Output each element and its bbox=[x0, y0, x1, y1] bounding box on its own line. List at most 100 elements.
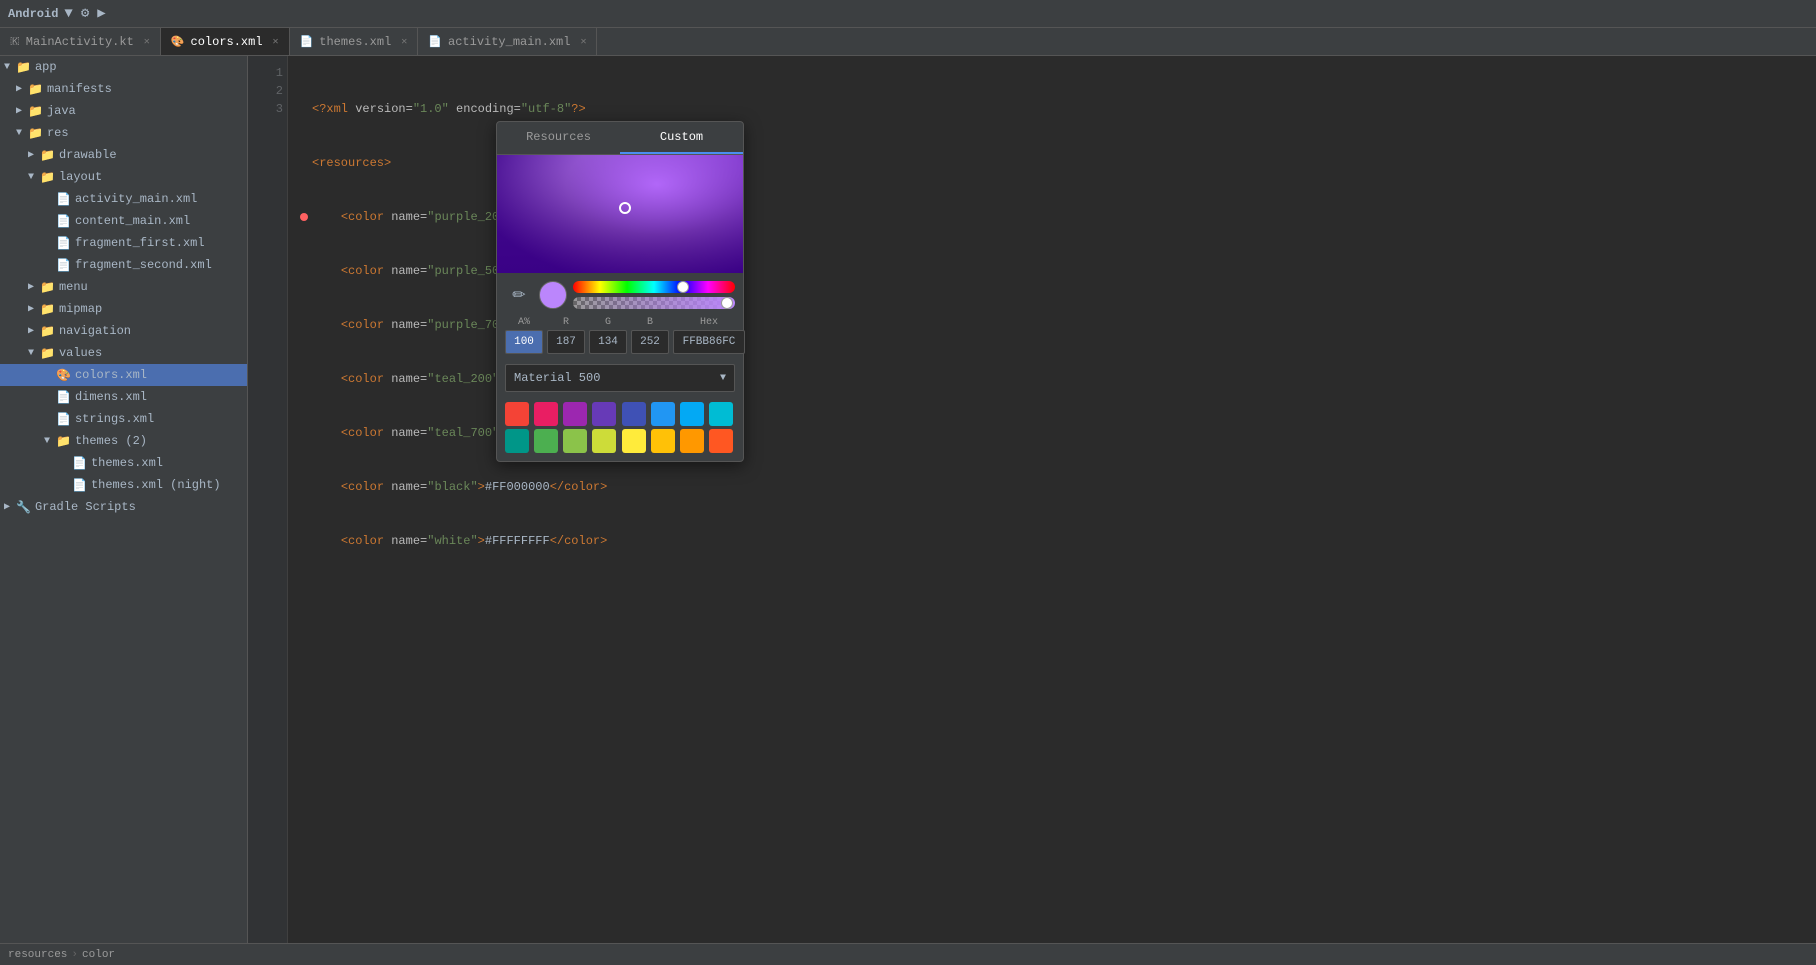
alpha-thumb[interactable] bbox=[721, 297, 733, 309]
swatch-light-green[interactable] bbox=[563, 429, 587, 453]
blue-label: B bbox=[647, 317, 653, 328]
code-line-9: <color name="white">#FFFFFFFF</color> bbox=[300, 532, 1804, 550]
hex-input[interactable] bbox=[673, 330, 745, 354]
xml-tag: <color bbox=[341, 316, 391, 334]
tab-bar: 🇰 MainActivity.kt ✕ 🎨 colors.xml ✕ 📄 the… bbox=[0, 28, 1816, 56]
sidebar-item-colors-xml[interactable]: ▶ 🎨 colors.xml bbox=[0, 364, 247, 386]
xml-value: "teal_200" bbox=[427, 370, 499, 388]
arrow-icon: ▼ bbox=[4, 62, 16, 73]
arrow-icon: ▶ bbox=[4, 501, 16, 513]
sidebar-item-java[interactable]: ▶ 📁 java bbox=[0, 100, 247, 122]
alpha-slider[interactable] bbox=[573, 297, 735, 309]
sidebar-item-app[interactable]: ▼ 📁 app bbox=[0, 56, 247, 78]
sidebar-item-mipmap[interactable]: ▶ 📁 mipmap bbox=[0, 298, 247, 320]
dropdown-arrow-icon: ▼ bbox=[720, 373, 726, 384]
swatch-green[interactable] bbox=[534, 429, 558, 453]
tab-colors-xml[interactable]: 🎨 colors.xml ✕ bbox=[161, 28, 290, 55]
folder-icon: 📁 bbox=[28, 82, 43, 97]
picker-tab-resources[interactable]: Resources bbox=[497, 122, 620, 154]
sidebar-item-gradle[interactable]: ▶ 🔧 Gradle Scripts bbox=[0, 496, 247, 518]
sidebar-item-themes-folder[interactable]: ▼ 📁 themes (2) bbox=[0, 430, 247, 452]
xml-attr: name= bbox=[391, 532, 427, 550]
sidebar-item-manifests[interactable]: ▶ 📁 manifests bbox=[0, 78, 247, 100]
swatch-orange[interactable] bbox=[680, 429, 704, 453]
file-icon: 🎨 bbox=[56, 368, 71, 383]
color-gradient-area[interactable] bbox=[497, 155, 743, 273]
sidebar-item-navigation[interactable]: ▶ 📁 navigation bbox=[0, 320, 247, 342]
red-input[interactable] bbox=[547, 330, 585, 354]
file-icon: 📄 bbox=[72, 478, 87, 493]
sidebar-label-mipmap: mipmap bbox=[59, 302, 102, 316]
xml-value: "white" bbox=[427, 532, 477, 550]
tab-label-themes-xml: themes.xml bbox=[319, 35, 391, 49]
file-icon: 📄 bbox=[56, 258, 71, 273]
tab-close-main-activity[interactable]: ✕ bbox=[144, 36, 150, 48]
sidebar-item-themes-xml[interactable]: ▶ 📄 themes.xml bbox=[0, 452, 247, 474]
status-bar: resources › color bbox=[0, 943, 1816, 965]
settings-icon[interactable]: ⚙ bbox=[81, 5, 89, 22]
sidebar: ▼ 📁 app ▶ 📁 manifests ▶ 📁 java ▼ 📁 res ▶… bbox=[0, 56, 248, 943]
swatch-teal[interactable] bbox=[505, 429, 529, 453]
tab-close-themes-xml[interactable]: ✕ bbox=[401, 36, 407, 48]
swatch-light-blue[interactable] bbox=[680, 402, 704, 426]
material-dropdown-label: Material 500 bbox=[514, 371, 720, 385]
xml-tag: </color> bbox=[550, 532, 608, 550]
tab-close-colors-xml[interactable]: ✕ bbox=[273, 36, 279, 48]
sidebar-label-colors-xml: colors.xml bbox=[75, 368, 147, 382]
sidebar-label-layout: layout bbox=[59, 170, 102, 184]
tab-activity-main-xml[interactable]: 📄 activity_main.xml ✕ bbox=[418, 28, 597, 55]
sidebar-item-values[interactable]: ▼ 📁 values bbox=[0, 342, 247, 364]
file-icon: 📄 bbox=[56, 390, 71, 405]
alpha-input-group: A% bbox=[505, 317, 543, 354]
material-dropdown[interactable]: Material 500 ▼ bbox=[505, 364, 735, 392]
tab-close-activity-main[interactable]: ✕ bbox=[580, 36, 586, 48]
sidebar-item-activity-main-xml[interactable]: ▶ 📄 activity_main.xml bbox=[0, 188, 247, 210]
swatch-deep-orange[interactable] bbox=[709, 429, 733, 453]
sidebar-item-strings-xml[interactable]: ▶ 📄 strings.xml bbox=[0, 408, 247, 430]
xml-attr: name= bbox=[391, 208, 427, 226]
code-line-8: <color name="black">#FF000000</color> bbox=[300, 478, 1804, 496]
swatch-blue[interactable] bbox=[651, 402, 675, 426]
folder-icon: 📁 bbox=[40, 148, 55, 163]
swatch-purple[interactable] bbox=[563, 402, 587, 426]
sidebar-item-layout[interactable]: ▼ 📁 layout bbox=[0, 166, 247, 188]
hue-slider[interactable] bbox=[573, 281, 735, 293]
sidebar-label-values: values bbox=[59, 346, 102, 360]
folder-icon: 📁 bbox=[40, 170, 55, 185]
code-editor: 1 2 3 <?xml version="1.0" encoding="utf-… bbox=[248, 56, 1816, 943]
sidebar-item-dimens-xml[interactable]: ▶ 📄 dimens.xml bbox=[0, 386, 247, 408]
tab-main-activity[interactable]: 🇰 MainActivity.kt ✕ bbox=[0, 28, 161, 55]
eyedropper-button[interactable]: ✏ bbox=[505, 281, 533, 309]
picker-tab-custom[interactable]: Custom bbox=[620, 122, 743, 154]
sidebar-item-fragment-first-xml[interactable]: ▶ 📄 fragment_first.xml bbox=[0, 232, 247, 254]
xml-attr: name= bbox=[391, 316, 427, 334]
swatch-red[interactable] bbox=[505, 402, 529, 426]
titlebar-left: Android ▼ bbox=[8, 6, 73, 22]
hue-thumb[interactable] bbox=[677, 281, 689, 293]
swatch-cyan[interactable] bbox=[709, 402, 733, 426]
blue-input[interactable] bbox=[631, 330, 669, 354]
code-line-1: <?xml version="1.0" encoding="utf-8"?> bbox=[300, 100, 1804, 118]
xml-tag: <?xml bbox=[312, 100, 355, 118]
swatch-amber[interactable] bbox=[651, 429, 675, 453]
sidebar-item-content-main-xml[interactable]: ▶ 📄 content_main.xml bbox=[0, 210, 247, 232]
run-icon[interactable]: ▶ bbox=[97, 5, 105, 22]
sidebar-item-menu[interactable]: ▶ 📁 menu bbox=[0, 276, 247, 298]
sidebar-item-fragment-second-xml[interactable]: ▶ 📄 fragment_second.xml bbox=[0, 254, 247, 276]
swatch-pink[interactable] bbox=[534, 402, 558, 426]
sidebar-item-drawable[interactable]: ▶ 📁 drawable bbox=[0, 144, 247, 166]
xml-value: "teal_700" bbox=[427, 424, 499, 442]
swatch-indigo[interactable] bbox=[622, 402, 646, 426]
folder-icon: 📁 bbox=[40, 302, 55, 317]
sidebar-item-res[interactable]: ▼ 📁 res bbox=[0, 122, 247, 144]
sidebar-item-themes-xml-night[interactable]: ▶ 📄 themes.xml (night) bbox=[0, 474, 247, 496]
green-input[interactable] bbox=[589, 330, 627, 354]
swatch-yellow[interactable] bbox=[622, 429, 646, 453]
tab-themes-xml[interactable]: 📄 themes.xml ✕ bbox=[290, 28, 419, 55]
sidebar-label-navigation: navigation bbox=[59, 324, 131, 338]
swatch-lime[interactable] bbox=[592, 429, 616, 453]
alpha-input[interactable] bbox=[505, 330, 543, 354]
tab-icon-activity-main: 📄 bbox=[428, 35, 442, 49]
swatch-deep-purple[interactable] bbox=[592, 402, 616, 426]
dropdown-arrow-icon[interactable]: ▼ bbox=[64, 6, 72, 22]
